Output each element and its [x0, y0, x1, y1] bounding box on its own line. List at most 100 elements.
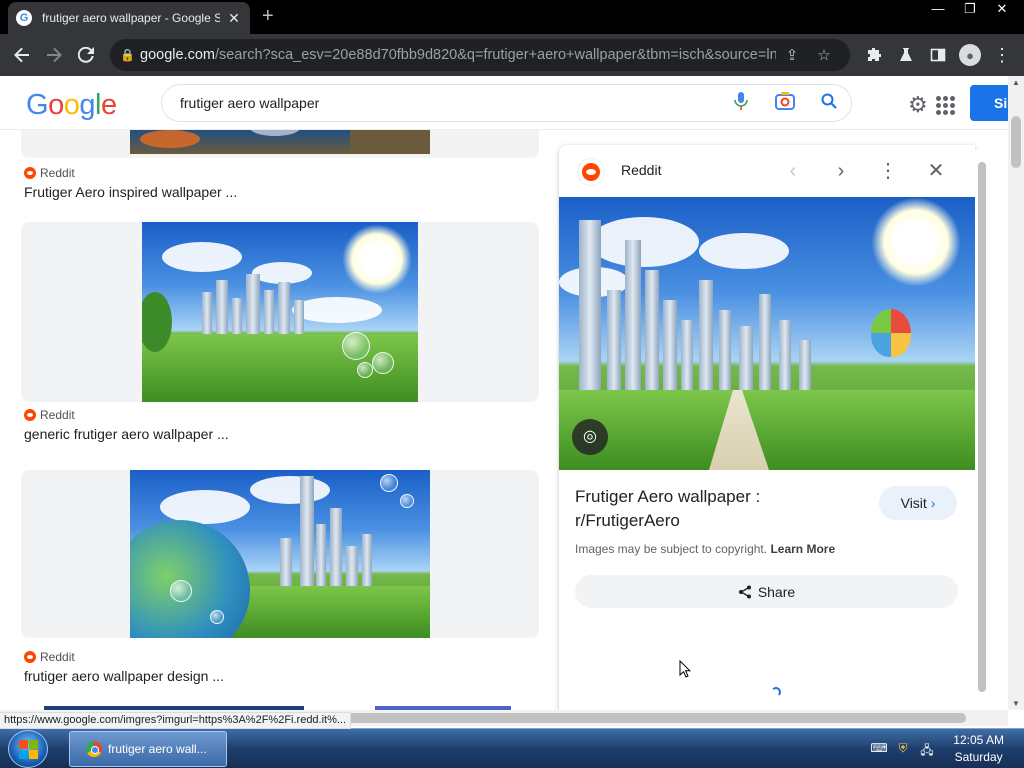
labs-flask-icon[interactable] — [890, 39, 922, 71]
google-logo[interactable]: Google — [26, 89, 117, 122]
bookmark-star-icon[interactable]: ☆ — [808, 46, 840, 64]
reddit-icon — [24, 167, 36, 179]
copyright-text: Images may be subject to copyright. — [575, 542, 768, 556]
panel-title[interactable]: Frutiger Aero wallpaper : r/FrutigerAero — [575, 485, 865, 533]
more-options-icon[interactable]: ⋮ — [875, 158, 901, 184]
h-scroll-thumb[interactable] — [330, 713, 966, 723]
loading-spinner-icon — [771, 687, 781, 697]
tab-close-icon[interactable]: ✕ — [226, 10, 242, 27]
reload-button[interactable] — [70, 39, 102, 71]
panel-scrollbar[interactable] — [975, 150, 989, 710]
result-thumbnail[interactable] — [130, 470, 430, 638]
panel-header: Reddit ‹ › ⋮ ✕ — [559, 145, 975, 197]
page-vertical-scrollbar[interactable]: ▲ ▼ — [1008, 76, 1024, 710]
search-box — [161, 84, 852, 122]
clock[interactable]: 12:05 AM Saturday — [953, 732, 1004, 766]
taskbar-chrome-window[interactable]: frutiger aero wall... — [69, 731, 227, 767]
windows-logo-icon — [18, 739, 38, 759]
toolbar-right: ● ⋮ — [858, 39, 1018, 71]
source-label: Reddit — [40, 650, 75, 664]
result-image-card[interactable] — [21, 130, 539, 158]
result-thumbnail[interactable] — [130, 130, 430, 154]
screen: G frutiger aero wallpaper - Google Searc… — [0, 0, 1024, 768]
scroll-up-arrow-icon[interactable]: ▲ — [1008, 78, 1024, 87]
result-title[interactable]: frutiger aero wallpaper design ... — [24, 668, 224, 684]
share-page-icon[interactable]: ⇪ — [776, 46, 808, 64]
result-source[interactable]: Reddit — [24, 650, 75, 664]
new-tab-button[interactable]: + — [262, 5, 274, 27]
header-icons: ⚙ — [908, 92, 955, 118]
lock-icon[interactable]: 🔒 — [120, 48, 140, 62]
address-bar[interactable]: 🔒 google.com/search?sca_esv=20e88d70fbb9… — [110, 39, 850, 71]
result-thumbnail[interactable] — [142, 222, 418, 402]
url-domain: google.com — [140, 47, 215, 63]
image-results: Reddit Frutiger Aero inspired wallpaper … — [0, 130, 550, 710]
browser-tab[interactable]: G frutiger aero wallpaper - Google Searc… — [8, 2, 250, 34]
clock-day: Saturday — [954, 750, 1003, 764]
reddit-logo-icon — [577, 158, 605, 186]
tab-title: frutiger aero wallpaper - Google Search — [42, 11, 220, 25]
minimize-button[interactable]: — — [922, 0, 954, 18]
windows-taskbar: frutiger aero wall... ⌨ ⛨ 🖧 12:05 AM Sat… — [0, 728, 1024, 768]
forward-button[interactable] — [38, 39, 70, 71]
side-panel-icon[interactable] — [922, 39, 954, 71]
profile-button[interactable]: ● — [954, 39, 986, 71]
mouse-cursor-icon — [679, 660, 691, 678]
back-button[interactable] — [6, 39, 38, 71]
google-header: Google ⚙ Si — [0, 76, 1014, 130]
source-label: Reddit — [40, 408, 75, 422]
keyboard-icon[interactable]: ⌨ — [870, 741, 888, 757]
visit-label: Visit — [900, 495, 927, 511]
reddit-icon — [24, 409, 36, 421]
share-button[interactable]: Share — [575, 575, 958, 608]
search-input[interactable] — [180, 95, 719, 111]
previous-chevron-icon[interactable]: ‹ — [780, 158, 806, 184]
reload-icon — [78, 47, 94, 63]
close-icon[interactable]: ✕ — [923, 158, 949, 184]
clock-time: 12:05 AM — [953, 733, 1004, 747]
result-title[interactable]: generic frutiger aero wallpaper ... — [24, 426, 229, 442]
chevron-right-icon: › — [930, 495, 936, 511]
menu-kebab-icon[interactable]: ⋮ — [986, 39, 1018, 71]
security-shield-icon[interactable]: ⛨ — [894, 741, 912, 757]
window-close-button[interactable]: ✕ — [986, 0, 1018, 18]
copyright-notice: Images may be subject to copyright. Lear… — [575, 542, 835, 556]
status-bar-url: https://www.google.com/imgres?imgurl=htt… — [0, 712, 352, 729]
result-title[interactable]: Frutiger Aero inspired wallpaper ... — [24, 184, 237, 200]
extensions-icon[interactable] — [858, 39, 890, 71]
page-scroll-thumb[interactable] — [1011, 116, 1021, 168]
lens-search-icon[interactable]: ◎ — [572, 419, 608, 455]
share-icon — [738, 585, 751, 598]
result-image-card[interactable] — [21, 222, 539, 402]
url-path: /search?sca_esv=20e88d70fbb9d820&q=fruti… — [214, 47, 776, 63]
panel-scroll-thumb[interactable] — [978, 162, 986, 692]
network-icon[interactable]: 🖧 — [918, 741, 936, 757]
preview-image[interactable]: ◎ — [559, 197, 975, 470]
back-arrow-icon — [14, 47, 29, 63]
reddit-icon — [24, 651, 36, 663]
microphone-icon[interactable] — [719, 91, 763, 115]
share-label: Share — [757, 583, 796, 600]
restore-button[interactable]: ❐ — [954, 0, 986, 18]
apps-grid-icon[interactable] — [935, 95, 955, 115]
visit-button[interactable]: Visit › — [879, 486, 957, 520]
scroll-down-arrow-icon[interactable]: ▼ — [1008, 699, 1024, 708]
browser-toolbar: 🔒 google.com/search?sca_esv=20e88d70fbb9… — [0, 34, 1024, 76]
result-source[interactable]: Reddit — [24, 166, 75, 180]
gear-icon[interactable]: ⚙ — [908, 92, 928, 118]
result-image-card[interactable] — [21, 470, 539, 638]
panel-site-name[interactable]: Reddit — [621, 162, 661, 178]
search-icon[interactable] — [807, 93, 851, 114]
next-chevron-icon[interactable]: › — [828, 158, 854, 184]
result-source[interactable]: Reddit — [24, 408, 75, 422]
avatar: ● — [959, 44, 981, 66]
lens-camera-icon[interactable] — [763, 91, 807, 115]
taskbar-window-label: frutiger aero wall... — [108, 742, 207, 756]
window-controls: — ❐ ✕ — [922, 0, 1018, 18]
tab-strip: G frutiger aero wallpaper - Google Searc… — [0, 0, 1024, 34]
learn-more-link[interactable]: Learn More — [770, 542, 835, 556]
chrome-icon — [86, 741, 102, 757]
hot-air-balloon — [871, 309, 911, 357]
start-button[interactable] — [8, 730, 48, 768]
image-preview-panel: Reddit ‹ › ⋮ ✕ ◎ Frutiger Aero wallpaper… — [559, 145, 975, 710]
